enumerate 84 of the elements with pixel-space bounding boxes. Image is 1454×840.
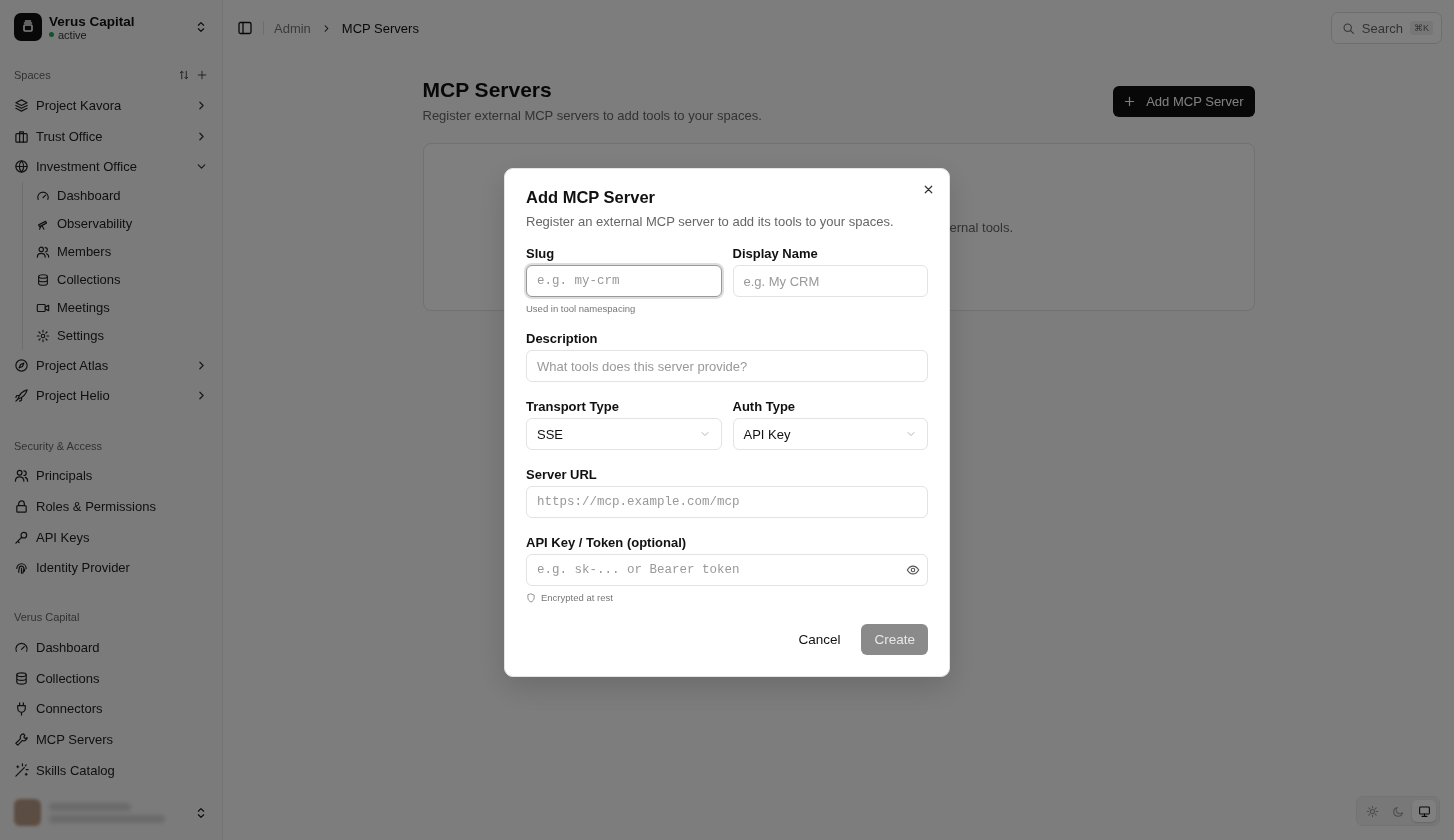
fingerprint-icon [14, 560, 29, 576]
org-name: Verus Capital [49, 13, 136, 29]
close-icon [922, 183, 935, 196]
field-label: Slug [526, 246, 556, 261]
sidebar-subitem[interactable]: Settings [36, 322, 208, 350]
org-status: active [58, 28, 87, 41]
theme-option[interactable] [1412, 800, 1436, 822]
sidebar-item[interactable]: Collections [14, 662, 208, 694]
section-label: Spaces [14, 69, 52, 82]
shield-icon [526, 592, 536, 603]
globe-icon [14, 159, 29, 175]
database-icon [36, 273, 50, 287]
sidebar-subitem[interactable]: Collections [36, 266, 208, 294]
layers-icon [14, 97, 29, 113]
users-icon [36, 245, 50, 259]
compass-icon [14, 357, 29, 373]
users-icon [14, 468, 29, 484]
sidebar-toggle[interactable] [237, 20, 253, 36]
sort-icon [178, 69, 190, 82]
sidebar-item[interactable]: Trust Office [14, 120, 208, 152]
sidebar-item[interactable]: Skills Catalog [14, 754, 208, 786]
sidebar-item[interactable]: Project Kavora [14, 90, 208, 121]
sidebar-item[interactable]: Roles & Permissions [14, 491, 208, 522]
page-subtitle: Register external MCP servers to add tools to your spaces. [422, 108, 763, 123]
input-field[interactable]: e.g. my-crm [526, 265, 722, 297]
cancel-button[interactable]: Cancel [787, 624, 852, 655]
dialog-title: Add MCP Server [526, 188, 656, 207]
close-button[interactable] [922, 183, 935, 196]
magic-wand-icon [14, 762, 29, 778]
field-label: Description [526, 331, 599, 346]
status-dot [49, 32, 54, 38]
section-label: Security & Access [14, 439, 104, 452]
sun-icon [1365, 804, 1379, 818]
key-icon [14, 529, 29, 545]
sidebar-item[interactable]: Identity Provider [14, 552, 208, 584]
select-field[interactable]: API Key [732, 418, 928, 450]
sidebar-item[interactable]: MCP Servers [14, 724, 208, 755]
video-camera-icon [36, 301, 50, 315]
field-hint: Used in tool namespacing [526, 303, 636, 314]
shortcut-key: ⌘K [1410, 21, 1433, 35]
breadcrumb-item: MCP Servers [341, 20, 419, 36]
sidebar-item[interactable]: Project Atlas [14, 350, 208, 381]
eye-icon [906, 563, 920, 577]
sidebar-item[interactable]: API Keys [14, 521, 208, 553]
monitor-icon [1417, 804, 1431, 818]
field-hint: Encrypted at rest [541, 592, 613, 603]
briefcase-icon [14, 128, 29, 144]
database-icon [14, 670, 29, 686]
sidebar-subitem[interactable]: Members [36, 238, 208, 266]
rocket-icon [14, 388, 29, 404]
sidebar-subitem[interactable]: Dashboard [36, 182, 208, 210]
field-label: Display Name [732, 246, 819, 261]
sidebar-item[interactable]: Principals [14, 460, 208, 492]
plug-icon [14, 701, 29, 717]
plus-icon [1123, 95, 1137, 108]
wrench-icon [14, 732, 29, 747]
dialog-description: Register an external MCP server to add its tools to your spaces. [526, 214, 895, 229]
sidebar-item[interactable]: Project Helio [14, 380, 208, 412]
add-icon [196, 69, 208, 82]
page-title: MCP Servers [422, 78, 553, 102]
password-field[interactable]: e.g. sk-... or Bearer token [526, 554, 928, 586]
sidebar-item[interactable]: Dashboard [14, 632, 208, 663]
sidebar-subitem[interactable]: Meetings [36, 294, 208, 322]
breadcrumb-item[interactable]: Admin [274, 20, 311, 36]
field-label: Auth Type [732, 399, 797, 414]
gauge-icon [36, 189, 50, 203]
sidebar-subitem[interactable]: Observability [36, 210, 208, 238]
lock-icon [14, 498, 29, 514]
add-server-button[interactable]: Add MCP Server [1113, 86, 1255, 117]
avatar [14, 799, 41, 827]
field-label: API Key / Token (optional) [526, 535, 688, 550]
sidebar-item[interactable]: Connectors [14, 693, 208, 725]
sidebar-item[interactable]: Investment Office [14, 151, 208, 182]
show-password-toggle[interactable] [906, 563, 920, 577]
section-label: Verus Capital [14, 611, 81, 624]
search-button[interactable]: Search ⌘K [1330, 12, 1442, 44]
search-icon [1341, 21, 1355, 35]
field-label: Server URL [526, 467, 598, 482]
field-label: Transport Type [526, 399, 620, 414]
select-field[interactable]: SSE [526, 418, 722, 450]
settings-icon [36, 329, 50, 343]
empty-state-text: ernal tools. [949, 219, 1014, 235]
sidebar-panel-icon [237, 20, 253, 36]
moon-icon [1391, 804, 1405, 818]
